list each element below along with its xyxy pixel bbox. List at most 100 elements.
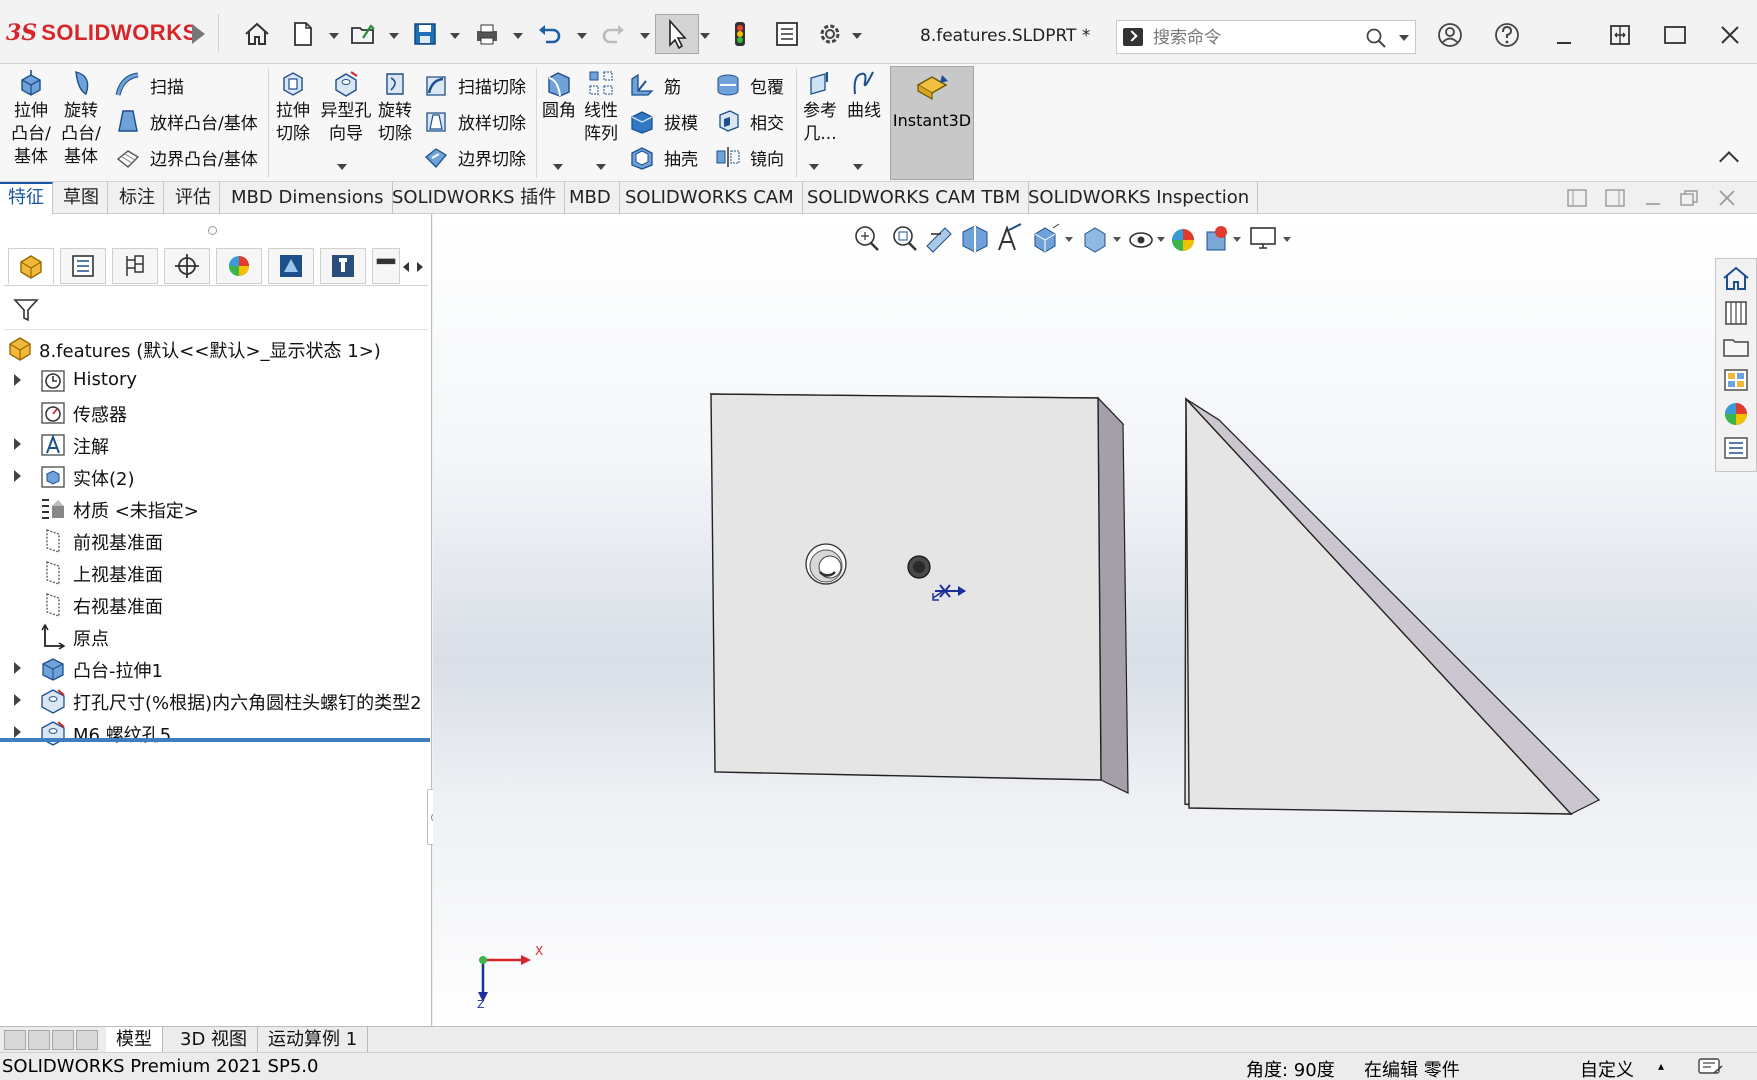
file-explorer-icon[interactable] (1720, 331, 1752, 361)
tree-item-sensors[interactable]: 传感器 (0, 396, 430, 428)
save-icon[interactable] (408, 18, 442, 50)
rib-button[interactable]: 筋 (628, 68, 681, 102)
maximize-window-icon[interactable] (1655, 18, 1695, 52)
solidworks-logo[interactable]: 3S SOLIDWORKS (6, 18, 198, 48)
panel-tabs-scroll-right-icon[interactable] (414, 260, 426, 274)
instant3d-button[interactable]: Instant3D (890, 66, 974, 180)
redo-dropdown-icon[interactable] (640, 33, 650, 39)
design-library-icon[interactable] (1720, 297, 1752, 327)
tab-features[interactable]: 特征 (0, 182, 53, 214)
extrude-boss-button[interactable]: 拉伸 凸台/ 基体 (8, 68, 54, 169)
tab-3d-view[interactable]: 3D 视图 (170, 1027, 259, 1053)
redo-icon[interactable] (596, 18, 630, 50)
tree-item-m6-tapped-hole[interactable]: M6 螺纹孔5 (0, 716, 430, 748)
tree-item-solid-bodies[interactable]: 实体(2) (0, 460, 430, 492)
search-commands-box[interactable] (1116, 20, 1416, 54)
curves-dropdown-icon[interactable] (853, 164, 863, 170)
solidworks-resources-home-icon[interactable] (1720, 263, 1752, 293)
sweep-button[interactable]: 扫描 (114, 68, 184, 102)
loft-boss-button[interactable]: 放样凸台/基体 (114, 104, 258, 138)
search-dropdown-icon[interactable] (1399, 35, 1409, 41)
tab-mbd-dimensions[interactable]: MBD Dimensions (223, 182, 393, 214)
tooltip-toggle-icon[interactable] (1696, 1056, 1726, 1078)
model-view[interactable] (433, 214, 1713, 1026)
undo-icon[interactable] (533, 18, 567, 50)
revolve-boss-button[interactable]: 旋转 凸台/ 基体 (58, 68, 104, 169)
options-dropdown-icon[interactable] (852, 33, 862, 39)
tab-model[interactable]: 模型 (106, 1027, 163, 1053)
search-commands-input[interactable] (1153, 25, 1363, 51)
tree-item-annotations[interactable]: 注解 (0, 428, 430, 460)
next-tab-icon[interactable] (52, 1030, 74, 1050)
tapped-hole[interactable] (907, 555, 931, 579)
reference-geometry-button[interactable]: 参考 几... (798, 68, 842, 146)
hole-wizard-button[interactable]: 异型孔 向导 (318, 68, 374, 146)
expand-arrow-icon[interactable] (14, 694, 21, 706)
tab-solidworks-cam-tbm[interactable]: SOLIDWORKS CAM TBM (799, 182, 1030, 214)
shell-button[interactable]: 抽壳 (628, 140, 698, 174)
first-tab-icon[interactable] (4, 1030, 26, 1050)
expand-arrow-icon[interactable] (14, 662, 21, 674)
extrude-cut-button[interactable]: 拉伸 切除 (270, 68, 316, 146)
viewport-close-icon[interactable] (1716, 188, 1738, 208)
tab-evaluate[interactable]: 评估 (167, 182, 220, 214)
new-dropdown-icon[interactable] (329, 33, 339, 39)
tree-item-top-plane[interactable]: 上视基准面 (0, 556, 430, 588)
display-manager-tab[interactable] (216, 248, 262, 284)
plate-body[interactable] (709, 393, 1129, 794)
viewport-maximize-icon[interactable] (1678, 188, 1700, 208)
tree-item-right-plane[interactable]: 右视基准面 (0, 588, 430, 620)
file-properties-icon[interactable] (770, 18, 804, 50)
boundary-boss-button[interactable]: 边界凸台/基体 (114, 140, 258, 174)
fillet-button[interactable]: 圆角 (538, 68, 580, 123)
property-manager-tab[interactable] (60, 248, 106, 284)
loft-cut-button[interactable]: 放样切除 (422, 104, 526, 138)
collapse-ribbon-icon[interactable] (1719, 151, 1739, 171)
print-icon[interactable] (470, 18, 504, 50)
configuration-manager-tab[interactable] (112, 248, 158, 284)
status-units[interactable]: 自定义 (1580, 1056, 1634, 1080)
viewport-restore-right-icon[interactable] (1604, 188, 1626, 208)
tab-motion-study[interactable]: 运动算例 1 (258, 1027, 369, 1053)
expand-arrow-icon[interactable] (14, 374, 21, 386)
tab-mbd[interactable]: MBD (561, 182, 620, 214)
expand-arrow-icon[interactable] (14, 726, 21, 738)
home-icon[interactable] (240, 18, 274, 50)
minimize-window-icon[interactable] (1544, 18, 1584, 52)
linear-pattern-button[interactable]: 线性 阵列 (580, 68, 622, 146)
tab-markup[interactable]: 标注 (111, 182, 164, 214)
custom-properties-icon[interactable] (1720, 433, 1752, 463)
tab-solidworks-cam[interactable]: SOLIDWORKS CAM (617, 182, 803, 214)
rollback-bar[interactable] (0, 738, 430, 742)
undo-dropdown-icon[interactable] (577, 33, 587, 39)
sweep-cut-button[interactable]: 扫描切除 (422, 68, 526, 102)
wrap-button[interactable]: 包覆 (714, 68, 784, 102)
open-dropdown-icon[interactable] (389, 33, 399, 39)
tree-root-part[interactable]: 8.features (默认<<默认>_显示状态 1>) (0, 332, 430, 364)
curves-button[interactable]: 曲线 (842, 68, 886, 123)
mirror-button[interactable]: 镜向 (714, 140, 784, 174)
tree-item-origin[interactable]: 原点 (0, 620, 430, 652)
tree-item-hole-cbore[interactable]: 打孔尺寸(%根据)内六角圆柱头螺钉的类型2 (0, 684, 430, 716)
close-window-icon[interactable] (1710, 18, 1750, 52)
rebuild-traffic-light-icon[interactable] (723, 18, 757, 50)
view-palette-icon[interactable] (1720, 365, 1752, 395)
expand-arrow-icon[interactable] (14, 438, 21, 450)
tab-solidworks-addins[interactable]: SOLIDWORKS 插件 (384, 182, 566, 214)
filter-icon[interactable] (12, 296, 40, 324)
open-folder-icon[interactable] (346, 18, 380, 50)
hole-wizard-dropdown-icon[interactable] (337, 164, 347, 170)
panel-grip[interactable] (208, 226, 217, 235)
tile-window-icon[interactable] (1600, 18, 1640, 52)
options-gear-icon[interactable] (813, 18, 847, 50)
revolve-cut-button[interactable]: 旋转 切除 (372, 68, 418, 146)
units-dropdown-icon[interactable]: ▴ (1658, 1059, 1664, 1073)
expand-arrow-icon[interactable] (14, 470, 21, 482)
viewport-restore-left-icon[interactable] (1566, 188, 1588, 208)
draft-button[interactable]: 拔模 (628, 104, 698, 138)
tree-item-front-plane[interactable]: 前视基准面 (0, 524, 430, 556)
linear-pattern-dropdown-icon[interactable] (596, 164, 606, 170)
boundary-cut-button[interactable]: 边界切除 (422, 140, 526, 174)
tab-solidworks-inspection[interactable]: SOLIDWORKS Inspection (1020, 182, 1259, 214)
intersect-button[interactable]: 相交 (714, 104, 784, 138)
